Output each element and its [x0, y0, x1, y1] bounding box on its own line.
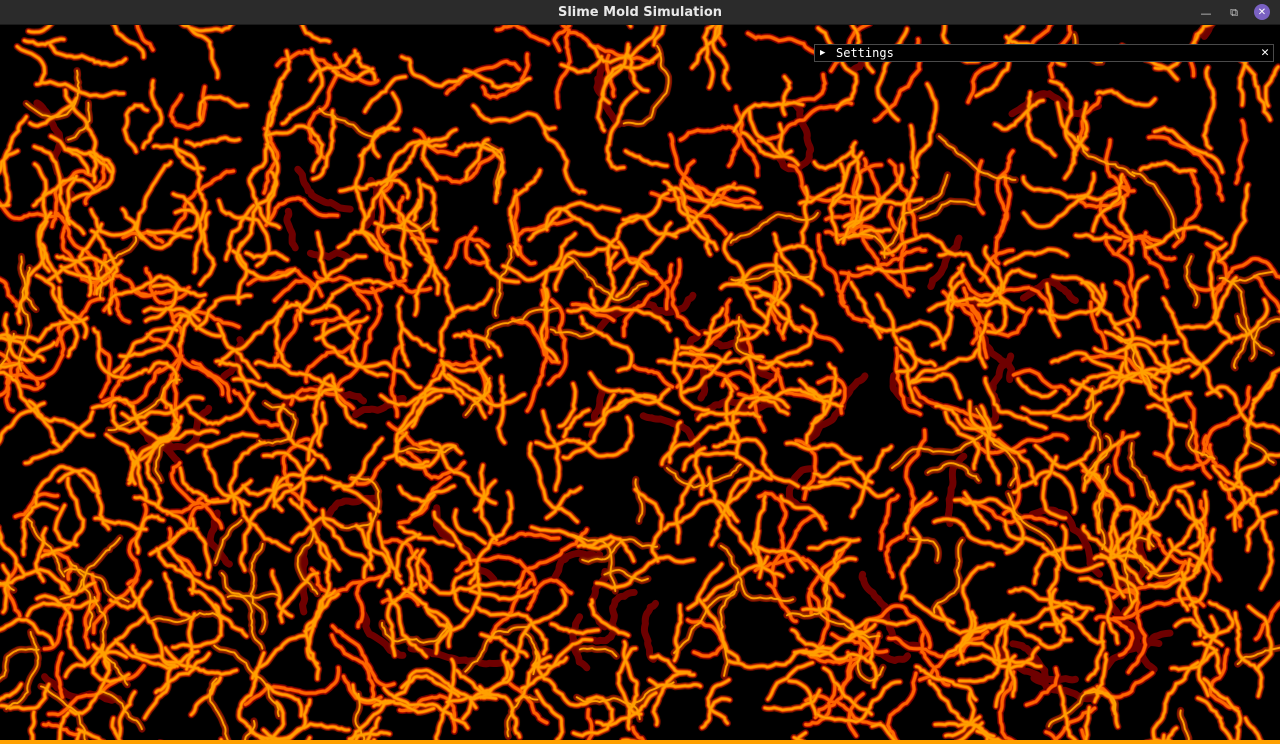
simulation-canvas[interactable] [0, 25, 1280, 744]
slime-trail-render [0, 25, 1280, 744]
triangle-right-icon[interactable]: ▶ [820, 45, 825, 61]
window-title: Slime Mold Simulation [0, 0, 1280, 25]
settings-panel[interactable]: ▶ Settings ✕ [814, 44, 1274, 62]
restore-button[interactable]: ⧉ [1225, 4, 1243, 22]
title-bar: Slime Mold Simulation — ⧉ ✕ [0, 0, 1280, 25]
close-button[interactable]: ✕ [1254, 4, 1270, 20]
slime-edge-band [0, 740, 1280, 744]
settings-close-icon[interactable]: ✕ [1261, 45, 1269, 61]
minimize-button[interactable]: — [1197, 4, 1215, 22]
minimize-icon: — [1201, 7, 1212, 20]
close-icon: ✕ [1258, 7, 1266, 18]
restore-icon: ⧉ [1230, 6, 1238, 20]
settings-label[interactable]: Settings [836, 45, 894, 61]
